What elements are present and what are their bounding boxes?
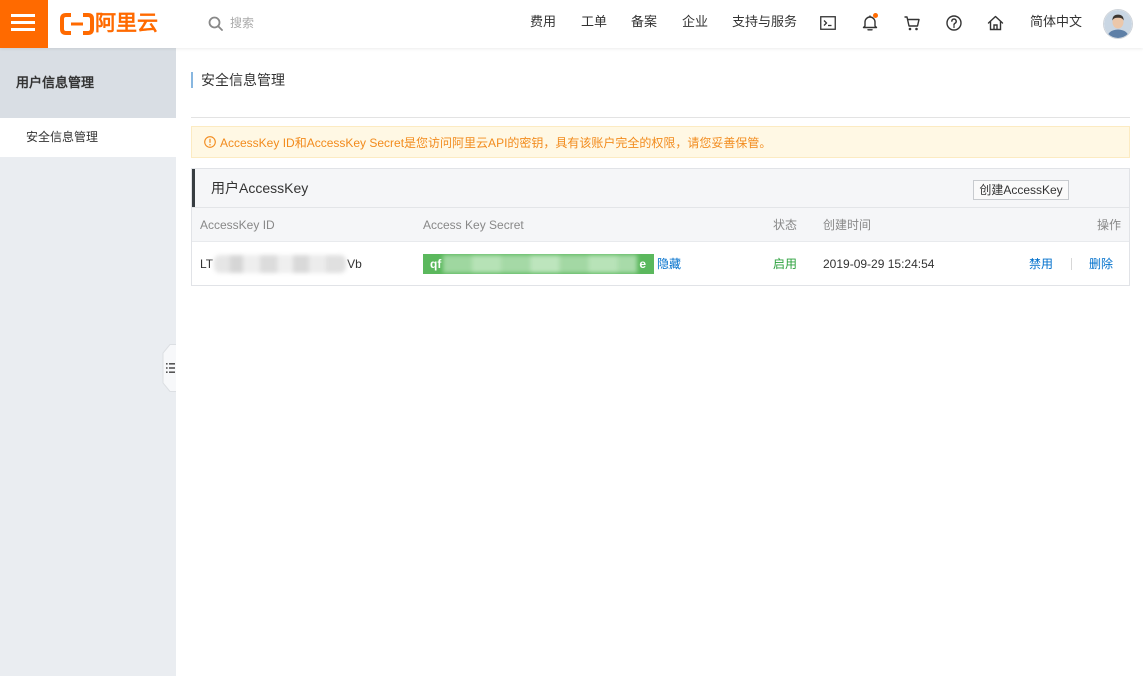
sidebar-item-security-info[interactable]: 安全信息管理 bbox=[0, 118, 176, 157]
page-title-accent bbox=[191, 72, 193, 88]
disable-key-link[interactable]: 禁用 bbox=[1029, 242, 1053, 285]
create-access-key-button[interactable]: 创建AccessKey bbox=[973, 180, 1069, 200]
column-header-access-key-id: AccessKey ID bbox=[200, 217, 275, 232]
title-divider bbox=[191, 117, 1130, 118]
sidebar-collapse-handle[interactable] bbox=[162, 344, 176, 392]
page-title: 安全信息管理 bbox=[201, 72, 285, 88]
list-collapse-icon bbox=[162, 344, 176, 392]
notification-dot bbox=[873, 13, 878, 18]
table-row: LT Vb qf e 隐藏 启用 2019-09-29 15:24:54 禁用 … bbox=[192, 241, 1129, 285]
access-key-id-suffix: Vb bbox=[347, 256, 362, 271]
aliyun-logo[interactable]: 阿里云 bbox=[60, 12, 158, 36]
security-warning-alert: AccessKey ID和AccessKey Secret是您访问阿里云API的… bbox=[191, 126, 1130, 158]
logo-text: 阿里云 bbox=[95, 12, 158, 35]
access-key-secret-cell: qf e 隐藏 bbox=[423, 242, 681, 285]
nav-item-billing[interactable]: 费用 bbox=[530, 13, 556, 31]
exclamation-circle-icon bbox=[204, 136, 216, 148]
home-icon[interactable] bbox=[987, 15, 1004, 31]
access-key-id-cell: LT Vb bbox=[200, 242, 362, 285]
column-header-access-key-secret: Access Key Secret bbox=[423, 217, 524, 232]
hide-secret-link[interactable]: 隐藏 bbox=[657, 255, 681, 272]
status-badge: 启用 bbox=[773, 257, 798, 271]
access-key-secret-prefix: qf bbox=[430, 256, 442, 271]
nav-item-enterprise[interactable]: 企业 bbox=[682, 13, 708, 31]
delete-key-link[interactable]: 删除 bbox=[1089, 242, 1113, 285]
created-time: 2019-09-29 15:24:54 bbox=[823, 256, 935, 271]
table-header: AccessKey ID Access Key Secret 状态 创建时间 操… bbox=[192, 207, 1129, 241]
hamburger-icon bbox=[11, 14, 35, 31]
nav-item-tickets[interactable]: 工单 bbox=[581, 13, 607, 31]
search-icon[interactable] bbox=[208, 16, 223, 34]
sidebar-section-title: 用户信息管理 bbox=[0, 48, 176, 118]
panel-header: 用户AccessKey 创建AccessKey bbox=[192, 169, 1129, 207]
access-key-secret-obscured bbox=[443, 254, 638, 273]
bell-icon[interactable] bbox=[861, 13, 879, 32]
cart-icon[interactable] bbox=[903, 14, 921, 32]
column-header-created-time: 创建时间 bbox=[823, 218, 872, 232]
access-key-secret-suffix: e bbox=[639, 256, 647, 271]
action-separator bbox=[1071, 242, 1072, 285]
aliyun-bracket-logo-icon bbox=[60, 13, 94, 35]
top-navigation-bar: 阿里云 费用 工单 备案 企业 支持与服务 bbox=[0, 0, 1143, 48]
access-key-panel: 用户AccessKey 创建AccessKey AccessKey ID Acc… bbox=[191, 168, 1130, 286]
nav-item-support[interactable]: 支持与服务 bbox=[732, 13, 797, 31]
separator-line bbox=[1071, 257, 1072, 270]
menu-button[interactable] bbox=[0, 0, 48, 48]
terminal-icon[interactable] bbox=[820, 16, 836, 30]
nav-item-icp-filing[interactable]: 备案 bbox=[631, 13, 657, 31]
sidebar: 用户信息管理 安全信息管理 bbox=[0, 48, 176, 676]
user-avatar-icon[interactable] bbox=[1104, 10, 1132, 38]
column-header-actions: 操作 bbox=[1096, 218, 1121, 232]
column-header-status: 状态 bbox=[773, 218, 798, 232]
help-icon[interactable] bbox=[946, 15, 962, 31]
alert-text: AccessKey ID和AccessKey Secret是您访问阿里云API的… bbox=[220, 135, 772, 150]
access-key-id-prefix: LT bbox=[200, 256, 214, 271]
panel-title: 用户AccessKey bbox=[211, 180, 309, 196]
search-input[interactable] bbox=[230, 13, 430, 33]
language-switcher[interactable]: 简体中文 bbox=[1030, 13, 1082, 31]
access-key-id-obscured bbox=[214, 254, 347, 273]
access-key-secret-badge: qf e bbox=[423, 253, 654, 274]
